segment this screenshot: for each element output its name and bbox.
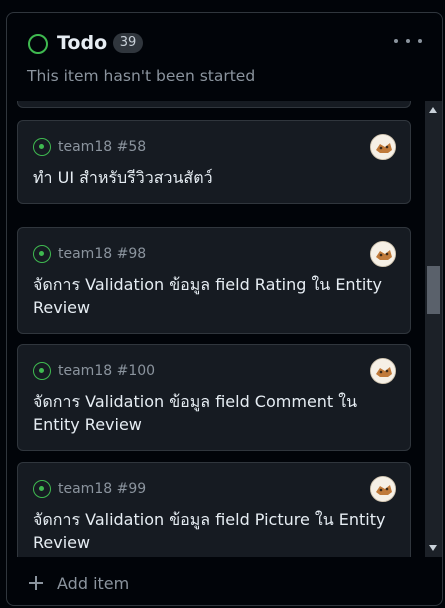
dot-icon xyxy=(394,39,398,43)
issue-opened-icon xyxy=(33,138,51,156)
issue-opened-icon xyxy=(33,362,51,380)
issue-card[interactable]: team18 #98 จัดการ Validation ข้อมูล fiel… xyxy=(17,227,411,334)
issue-reference[interactable]: team18 #98 xyxy=(58,245,146,263)
add-item-label: Add item xyxy=(57,573,130,593)
vertical-scrollbar[interactable] xyxy=(425,101,442,557)
card-partial[interactable] xyxy=(17,101,411,108)
column-title: Todo xyxy=(57,32,108,54)
avatar-image-icon xyxy=(371,359,395,383)
issue-title[interactable]: จัดการ Validation ข้อมูล field Rating ใน… xyxy=(33,273,386,319)
assignee-avatar[interactable] xyxy=(370,476,396,502)
issue-card[interactable]: team18 #99 จัดการ Validation ข้อมูล fiel… xyxy=(17,462,411,557)
issue-title[interactable]: จัดการ Validation ข้อมูล field Comment ใ… xyxy=(33,390,386,436)
add-item-button[interactable]: Add item xyxy=(29,571,129,595)
scroll-up-arrow-icon[interactable] xyxy=(429,107,437,113)
issue-reference[interactable]: team18 #100 xyxy=(58,362,155,380)
issue-reference[interactable]: team18 #58 xyxy=(58,138,146,156)
column-header: Todo 39 This item hasn't been started xyxy=(7,13,442,101)
issue-opened-icon xyxy=(33,245,51,263)
issue-title[interactable]: จัดการ Validation ข้อมูล field Picture ใ… xyxy=(33,508,386,554)
issue-card[interactable]: team18 #58 ทำ UI สำหรับรีวิวสวนสัตว์ xyxy=(17,120,411,204)
issue-card[interactable]: team18 #100 จัดการ Validation ข้อมูล fie… xyxy=(17,344,411,451)
issue-reference[interactable]: team18 #99 xyxy=(58,480,146,498)
assignee-avatar[interactable] xyxy=(370,134,396,160)
dot-icon xyxy=(406,39,410,43)
todo-column: Todo 39 This item hasn't been started te… xyxy=(6,12,443,606)
avatar-image-icon xyxy=(371,477,395,501)
item-count-badge: 39 xyxy=(113,33,143,53)
status-circle-icon xyxy=(28,34,48,54)
assignee-avatar[interactable] xyxy=(370,241,396,267)
avatar-image-icon xyxy=(371,242,395,266)
column-more-options-button[interactable] xyxy=(394,31,422,51)
column-description: This item hasn't been started xyxy=(27,67,256,85)
card-list: team18 #58 ทำ UI สำหรับรีวิวสวนสัตว์ tea… xyxy=(7,101,442,557)
scroll-down-arrow-icon[interactable] xyxy=(429,545,437,551)
scrollbar-thumb[interactable] xyxy=(427,266,440,314)
plus-icon xyxy=(29,576,43,590)
dot-icon xyxy=(418,39,422,43)
issue-title[interactable]: ทำ UI สำหรับรีวิวสวนสัตว์ xyxy=(33,166,386,189)
issue-opened-icon xyxy=(33,480,51,498)
avatar-image-icon xyxy=(371,135,395,159)
assignee-avatar[interactable] xyxy=(370,358,396,384)
